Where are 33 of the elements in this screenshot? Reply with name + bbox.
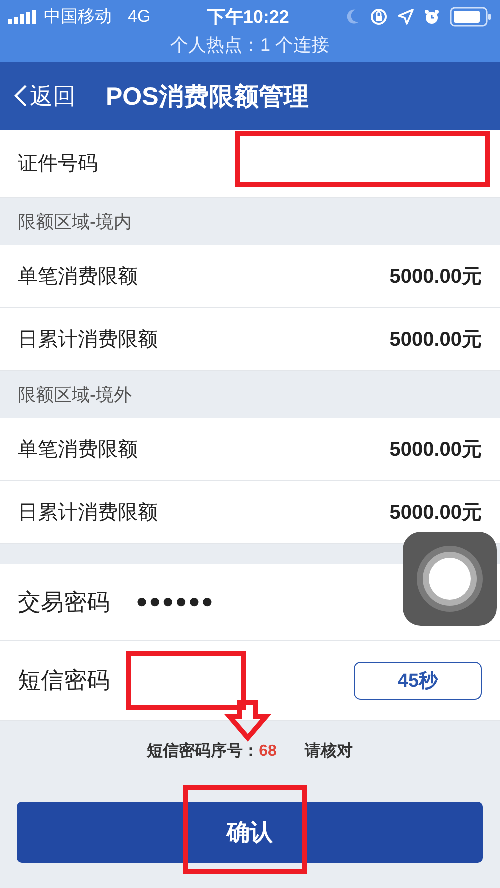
network-type: 4G xyxy=(128,6,151,26)
back-icon xyxy=(14,84,28,108)
carrier-name: 中国移动 xyxy=(44,6,112,28)
confirm-button[interactable]: 确认 xyxy=(17,802,483,863)
limit-label: 日累计消费限额 xyxy=(18,500,158,526)
alarm-icon xyxy=(424,8,440,24)
hotspot-status: 个人热点：1 个连接 xyxy=(169,34,330,57)
field-label: 证件号码 xyxy=(18,152,98,177)
down-arrow xyxy=(224,700,272,742)
back-button[interactable]: 返回 xyxy=(14,80,76,112)
moon-icon xyxy=(346,8,360,24)
clock-time: 下午10:22 xyxy=(206,6,290,28)
field-label: 交易密码 xyxy=(18,588,110,616)
rotation-lock-icon xyxy=(370,8,388,26)
limit-value: 5000.00元 xyxy=(390,328,482,352)
section-header: 限额区域-境外 xyxy=(18,384,132,406)
page-title: POS消费限额管理 xyxy=(106,82,309,112)
limit-label: 单笔消费限额 xyxy=(18,264,138,290)
limit-label: 单笔消费限额 xyxy=(18,438,138,462)
limit-value: 5000.00元 xyxy=(390,500,482,526)
assistive-touch-button[interactable] xyxy=(403,532,497,626)
verify-note: 请核对 xyxy=(304,742,353,762)
field-label: 短信密码 xyxy=(18,666,110,695)
serial-hint: 短信密码序号：68 xyxy=(147,741,277,762)
limit-value: 5000.00元 xyxy=(390,438,482,462)
section-header: 限额区域-境内 xyxy=(18,210,132,234)
countdown-button[interactable]: 45秒 xyxy=(354,662,482,700)
limit-label: 日累计消费限额 xyxy=(18,328,158,352)
password-field[interactable]: ●●●●●● xyxy=(136,590,214,614)
battery-icon xyxy=(450,6,492,26)
limit-value: 5000.00元 xyxy=(390,264,482,290)
location-icon xyxy=(398,8,414,24)
signal-icon xyxy=(8,10,38,24)
